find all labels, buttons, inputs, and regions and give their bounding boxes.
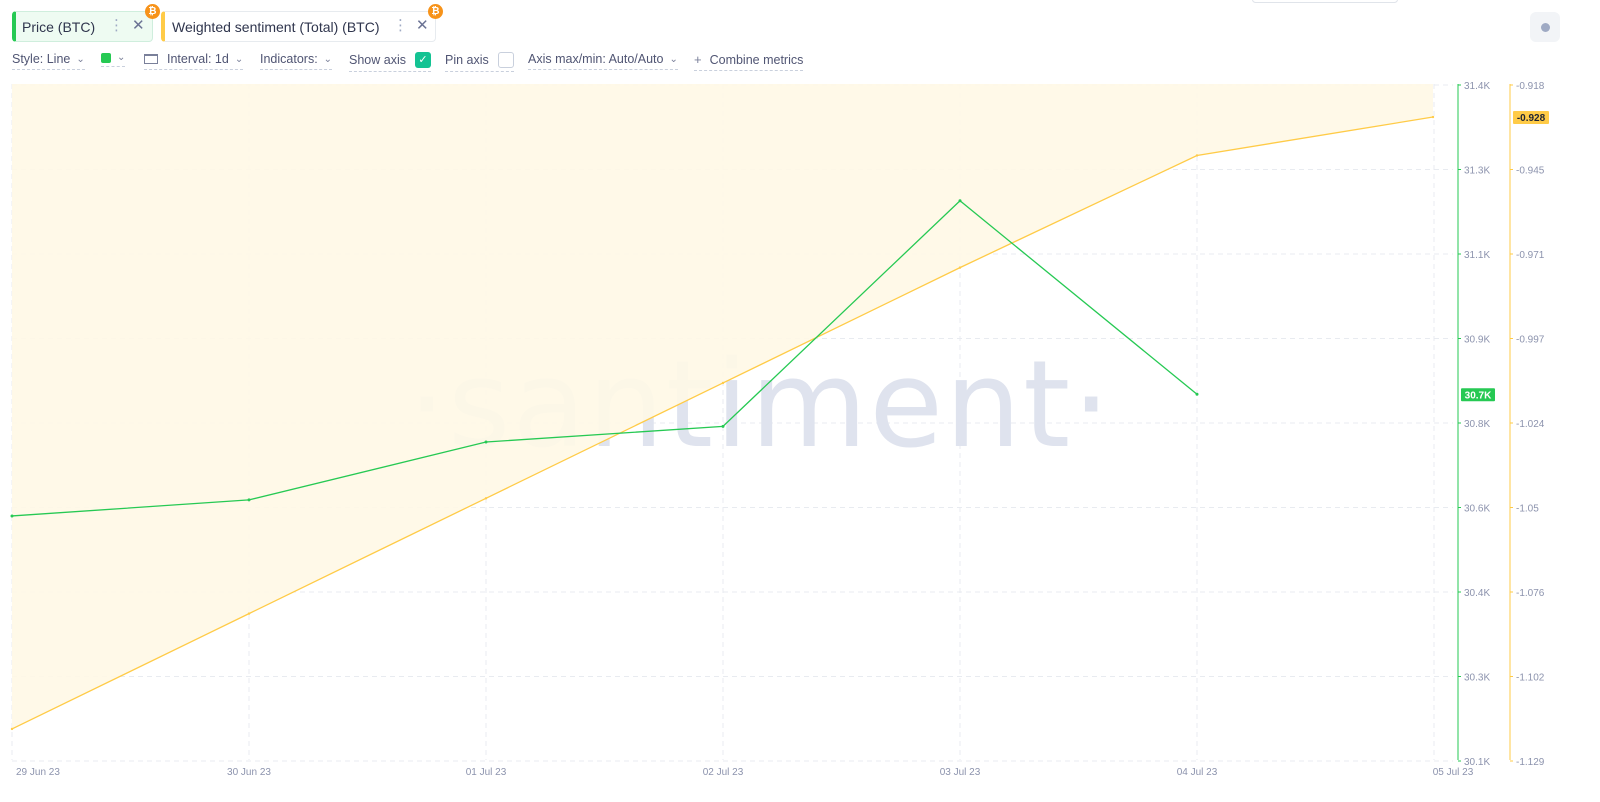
sentiment-axis-tick-label: -1.05	[1516, 504, 1539, 515]
price-axis-tick-label: 30.3K	[1464, 673, 1490, 684]
price-axis-tick-label: 30.6K	[1464, 504, 1490, 515]
sentiment-point	[484, 497, 488, 500]
indicators-select[interactable]: Indicators: ⌄	[260, 52, 333, 70]
price-point	[958, 199, 962, 203]
x-axis-tick-label: 02 Jul 23	[703, 767, 744, 778]
close-icon[interactable]: ✕	[132, 18, 145, 33]
price-axis-tick-label: 31.4K	[1464, 81, 1490, 92]
combine-metrics-button[interactable]: + Combine metrics	[694, 52, 804, 71]
more-options-icon[interactable]: ⋮	[109, 18, 124, 33]
style-label: Style: Line	[12, 52, 71, 66]
price-axis-tick-label: 30.8K	[1464, 419, 1490, 430]
axis-minmax-select[interactable]: Axis max/min: Auto/Auto ⌄	[528, 52, 678, 70]
indicators-label: Indicators:	[260, 52, 318, 66]
metric-chip-label: Price (BTC)	[22, 18, 96, 35]
price-point	[247, 498, 251, 502]
settings-button[interactable]	[1530, 12, 1560, 42]
sentiment-point	[247, 612, 251, 615]
color-swatch	[101, 52, 111, 63]
sentiment-point	[721, 381, 725, 385]
x-axis-tick-label: 03 Jul 23	[940, 767, 981, 778]
x-axis-tick-label: 01 Jul 23	[466, 767, 507, 778]
price-point	[721, 424, 725, 428]
x-axis-tick-label: 05 Jul 23	[1433, 767, 1474, 778]
chevron-down-icon: ⌄	[117, 52, 126, 63]
show-axis-label: Show axis	[349, 53, 406, 67]
axis-minmax-label: Axis max/min: Auto/Auto	[528, 52, 664, 66]
sentiment-axis-tick-label: -0.945	[1516, 166, 1545, 177]
show-axis-toggle[interactable]: Show axis ✓	[349, 52, 431, 72]
bitcoin-icon: ₿	[428, 4, 443, 19]
sentiment-axis-tick-label: -0.997	[1516, 335, 1545, 346]
x-axis-tick-label: 29 Jun 23	[16, 767, 60, 778]
close-icon[interactable]: ✕	[416, 18, 429, 33]
price-point	[10, 514, 14, 518]
pin-axis-toggle[interactable]: Pin axis	[445, 52, 514, 72]
price-point	[484, 440, 488, 444]
price-axis-tick-label: 31.3K	[1464, 166, 1490, 177]
dot-icon	[1540, 22, 1550, 32]
price-axis-tick-label: 30.4K	[1464, 588, 1490, 599]
price-axis-tick-label: 30.9K	[1464, 335, 1490, 346]
color-select[interactable]: ⌄	[101, 52, 126, 67]
sentiment-point	[1431, 115, 1435, 119]
sentiment-point	[958, 266, 962, 269]
sentiment-axis-tick-label: -0.918	[1516, 81, 1545, 92]
metric-chip-price[interactable]: Price (BTC) ⋮ ✕ ₿	[12, 4, 160, 42]
sentiment-axis-tick-label: -1.129	[1516, 757, 1545, 768]
x-axis-tick-label: 04 Jul 23	[1177, 767, 1218, 778]
sentiment-point	[1195, 154, 1199, 157]
more-options-icon[interactable]: ⋮	[393, 18, 408, 33]
combine-metrics-label: Combine metrics	[709, 52, 804, 67]
chart-canvas[interactable]: ·santiment· 31.4K31.3K31.1K30.9K30.8K30.…	[0, 0, 1600, 802]
metric-chip-weighted-sentiment[interactable]: Weighted sentiment (Total) (BTC) ⋮ ✕ ₿	[161, 4, 443, 42]
price-axis-tick-label: 31.1K	[1464, 250, 1490, 261]
calendar-icon	[144, 54, 158, 64]
chevron-down-icon: ⌄	[76, 53, 85, 65]
sentiment-axis-tick-label: -1.076	[1516, 588, 1545, 599]
plus-icon: +	[694, 52, 702, 67]
sentiment-current-label: -0.928	[1517, 113, 1546, 124]
chevron-down-icon: ⌄	[234, 53, 244, 65]
x-axis-tick-label: 30 Jun 23	[227, 767, 271, 778]
chevron-down-icon: ⌄	[669, 53, 678, 65]
top-dropdown-edge[interactable]	[1252, 0, 1398, 3]
check-icon[interactable]: ✓	[414, 52, 431, 68]
interval-label: Interval: 1d	[167, 52, 229, 66]
price-point	[1195, 392, 1199, 396]
chevron-down-icon: ⌄	[323, 53, 333, 65]
sentiment-axis-tick-label: -0.971	[1516, 250, 1545, 261]
sentiment-axis-tick-label: -1.102	[1516, 673, 1545, 684]
metric-chip-label: Weighted sentiment (Total) (BTC)	[172, 18, 380, 35]
price-current-label: 30.7K	[1465, 390, 1492, 401]
interval-select[interactable]: Interval: 1d ⌄	[144, 52, 244, 70]
pin-axis-checkbox[interactable]	[497, 52, 514, 68]
sentiment-point	[10, 727, 14, 731]
bitcoin-icon: ₿	[145, 4, 160, 19]
style-select[interactable]: Style: Line ⌄	[12, 52, 85, 70]
sentiment-axis-tick-label: -1.024	[1516, 419, 1545, 430]
pin-axis-label: Pin axis	[445, 53, 489, 67]
